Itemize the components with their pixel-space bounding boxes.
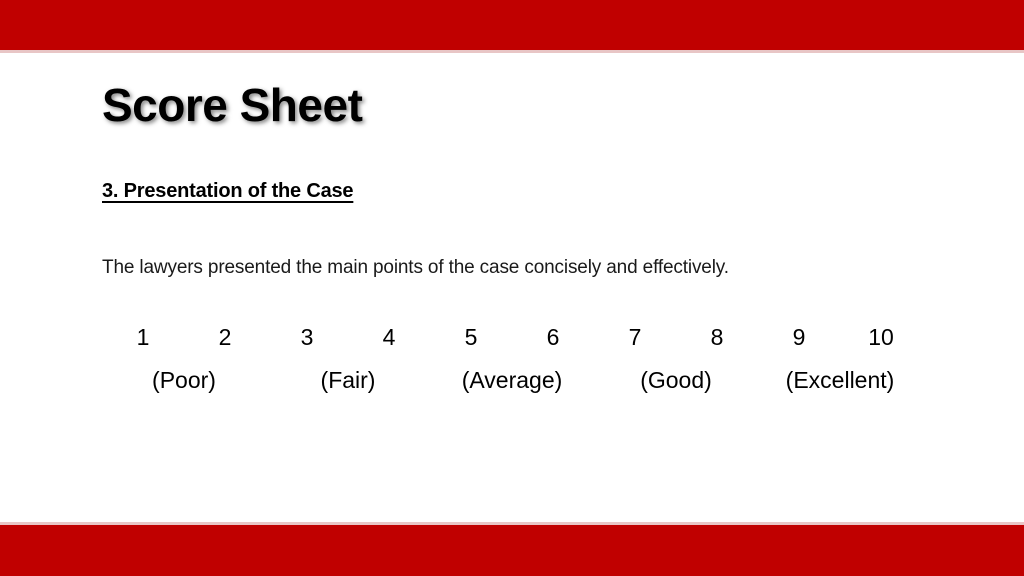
- rating-number-row: 1 2 3 4 5 6 7 8 9 10: [102, 324, 922, 350]
- rating-label-average: (Average): [461, 367, 563, 394]
- rating-label-row: (Poor) (Fair) (Average) (Good) (Excellen…: [102, 367, 922, 394]
- rating-label-good: (Good): [640, 367, 712, 394]
- bottom-accent-band: [0, 525, 1024, 576]
- rating-option-4[interactable]: 4: [348, 324, 430, 350]
- rating-label-poor: (Poor): [152, 367, 216, 394]
- criterion-description: The lawyers presented the main points of…: [102, 257, 729, 278]
- rating-option-5[interactable]: 5: [430, 324, 512, 350]
- rating-scale: 1 2 3 4 5 6 7 8 9 10 (Poor) (Fair) (Aver…: [102, 324, 922, 394]
- rating-option-7[interactable]: 7: [594, 324, 676, 350]
- rating-option-1[interactable]: 1: [102, 324, 184, 350]
- rating-option-2[interactable]: 2: [184, 324, 266, 350]
- rating-option-10[interactable]: 10: [840, 324, 922, 350]
- rating-label-excellent: (Excellent): [785, 367, 895, 394]
- score-sheet-slide: Score Sheet 3. Presentation of the Case …: [0, 0, 1024, 576]
- rating-option-9[interactable]: 9: [758, 324, 840, 350]
- rating-option-3[interactable]: 3: [266, 324, 348, 350]
- slide-content: Score Sheet 3. Presentation of the Case …: [0, 53, 1024, 523]
- rating-label-fair: (Fair): [320, 367, 376, 394]
- page-title: Score Sheet: [102, 79, 363, 131]
- top-accent-band: [0, 0, 1024, 50]
- rating-option-6[interactable]: 6: [512, 324, 594, 350]
- rating-option-8[interactable]: 8: [676, 324, 758, 350]
- section-heading: 3. Presentation of the Case: [102, 180, 354, 202]
